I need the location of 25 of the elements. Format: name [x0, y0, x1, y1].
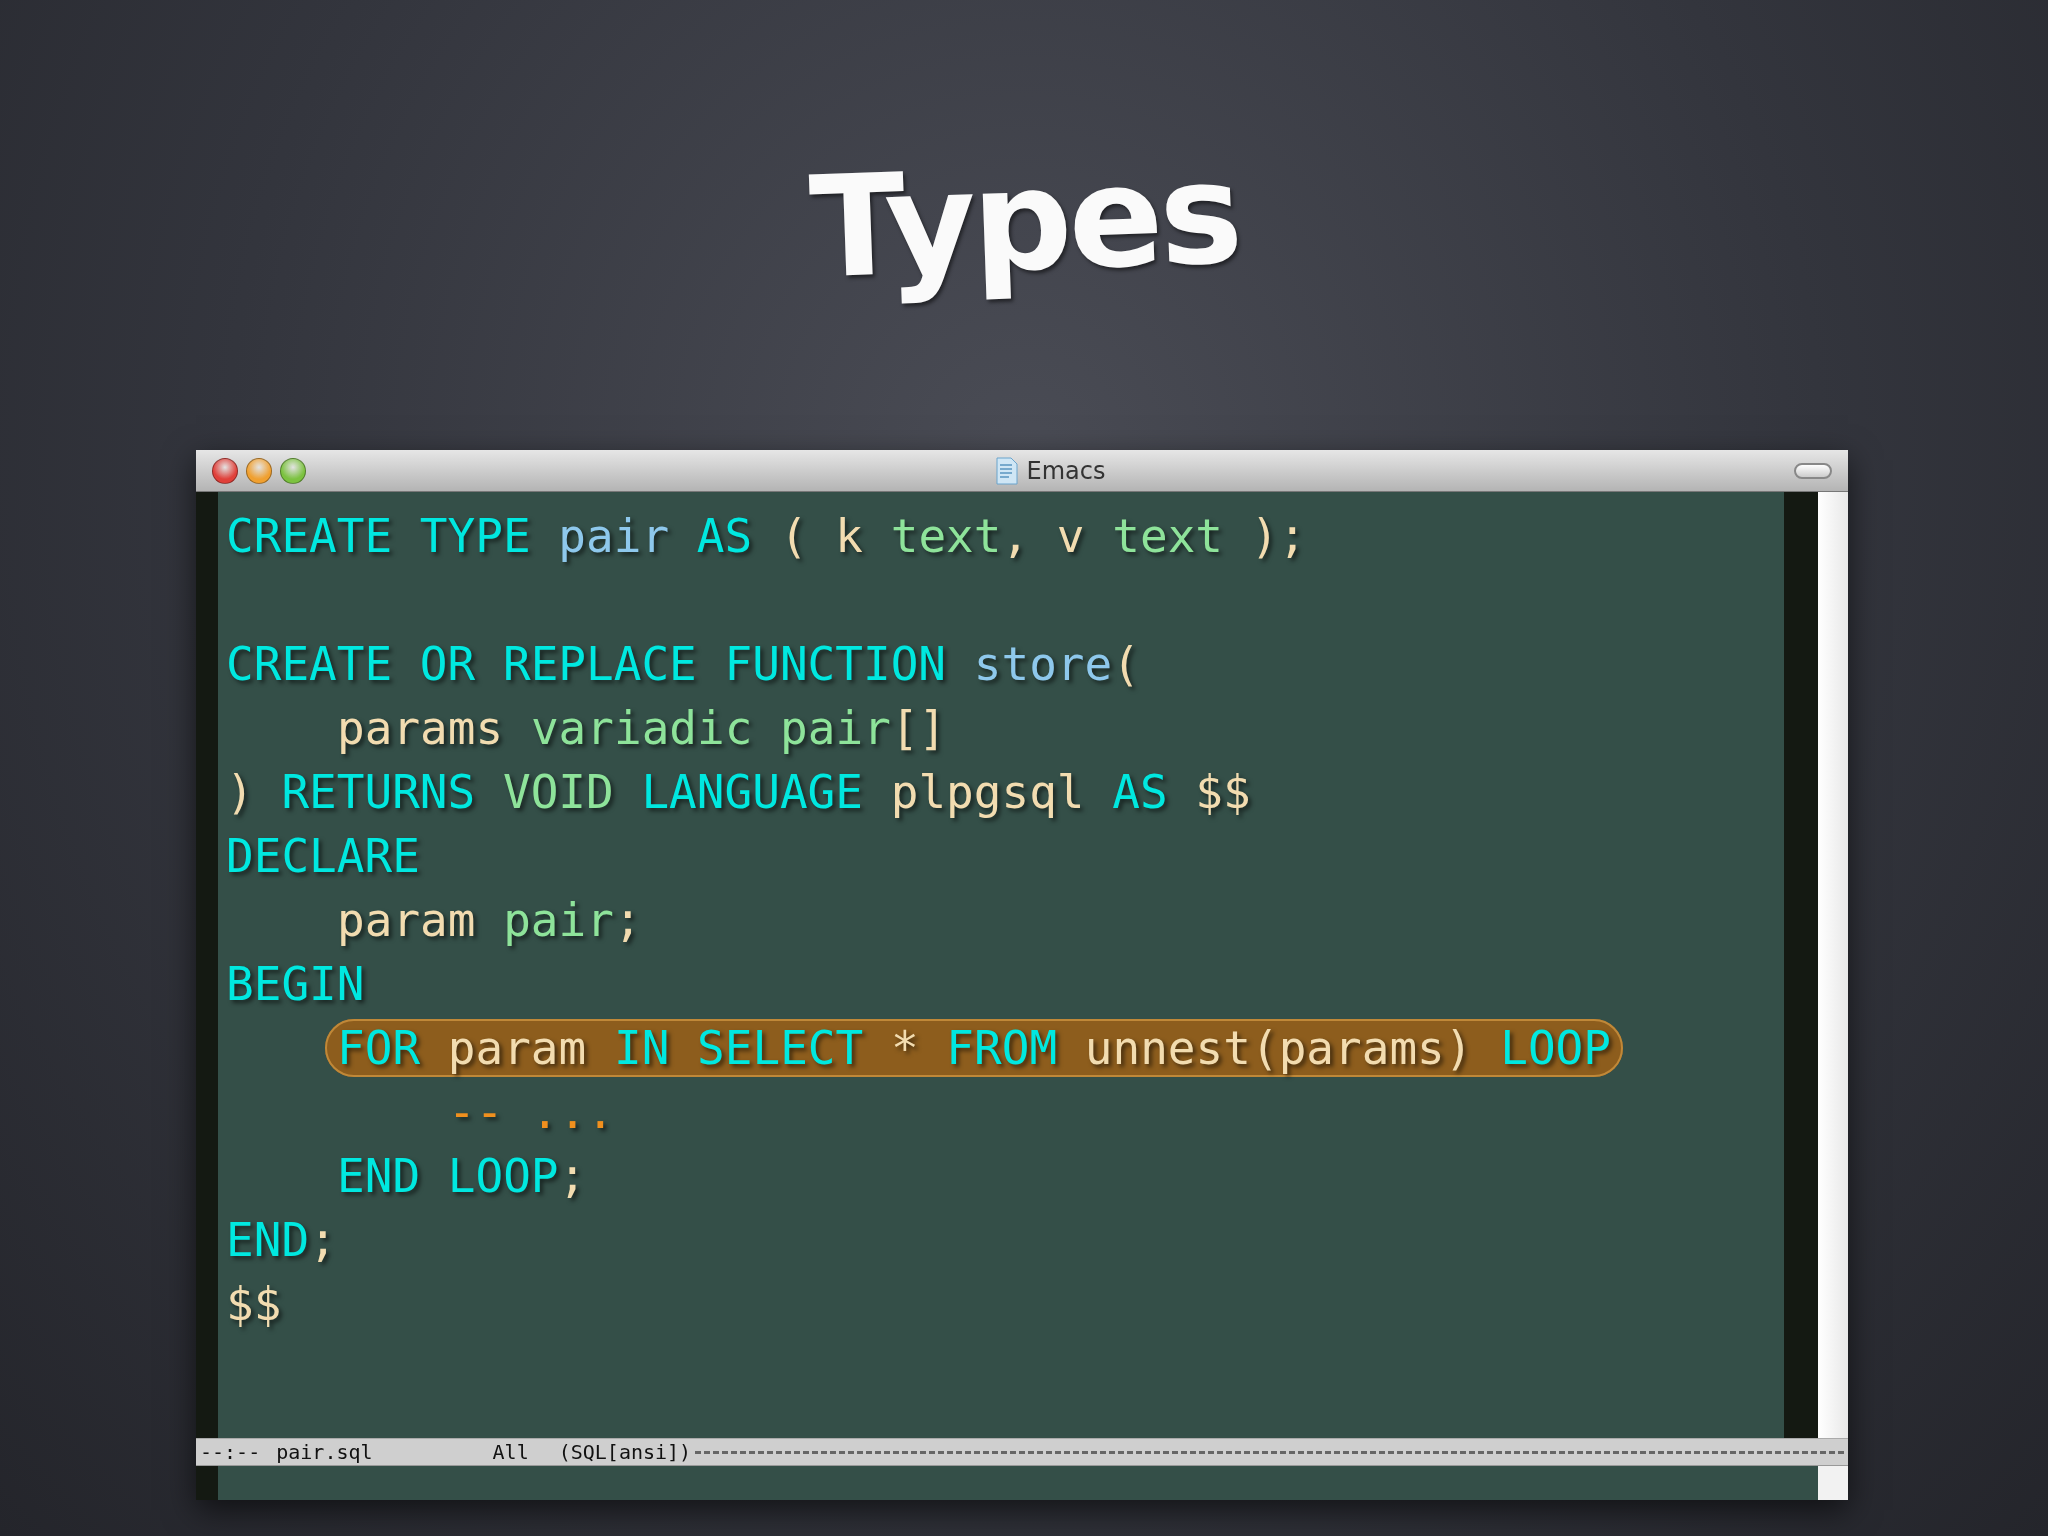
code-line: CREATE TYPE pair AS ( k text, v text ); — [225, 508, 1307, 565]
close-button[interactable] — [212, 457, 238, 484]
code-line: CREATE OR REPLACE FUNCTION store( — [225, 636, 1140, 693]
zoom-button[interactable] — [280, 457, 306, 484]
document-icon — [994, 456, 1019, 485]
code-line: ) RETURNS VOID LANGUAGE plpgsql AS $$ — [225, 764, 1251, 821]
slide-title: Types — [805, 130, 1242, 312]
code-line: $$ — [225, 1276, 282, 1333]
code-line: params variadic pair[] — [336, 700, 947, 757]
toolbar-toggle-button[interactable] — [1794, 462, 1832, 479]
minimize-button[interactable] — [246, 457, 272, 484]
buffer-status: --:-- — [200, 1439, 261, 1466]
scrollbar[interactable] — [1818, 492, 1848, 1438]
code-line: param pair; — [336, 892, 642, 949]
buffer-name: pair.sql — [276, 1439, 373, 1466]
window-title: Emacs — [1026, 455, 1106, 487]
left-fringe — [196, 1466, 218, 1500]
code-line: -- ... — [447, 1084, 615, 1141]
buffer-position: All — [492, 1439, 529, 1466]
resize-grip[interactable] — [1818, 1466, 1848, 1500]
code-line: END; — [225, 1212, 337, 1269]
code-line: BEGIN — [225, 956, 365, 1013]
major-mode: (SQL[ansi]) — [558, 1439, 692, 1466]
code-line: END LOOP; — [336, 1148, 587, 1205]
code-line: DECLARE — [225, 828, 420, 885]
